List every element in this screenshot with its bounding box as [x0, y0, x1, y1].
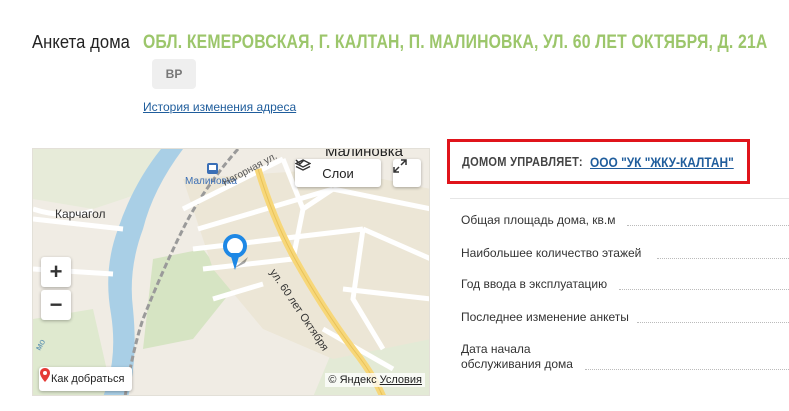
route-button[interactable]: Как добраться: [39, 367, 133, 391]
map-label-village: Карчагол: [55, 207, 106, 221]
layers-button[interactable]: Слои: [295, 159, 381, 187]
info-label-max-floors: Наибольшее количество этажей: [461, 246, 642, 260]
management-company-link[interactable]: ООО "УК "ЖКУ-КАЛТАН": [590, 154, 734, 170]
info-label-year-built: Год ввода в эксплуатацию: [461, 277, 608, 291]
info-row-max-floors: Наибольшее количество этажей: [461, 246, 789, 261]
info-dots: [657, 258, 789, 259]
info-dots: [619, 289, 789, 290]
bp-badge[interactable]: ВР: [152, 59, 196, 89]
info-divider: [450, 198, 789, 199]
address-history-link[interactable]: История изменения адреса: [143, 100, 296, 114]
info-dots: [637, 322, 789, 323]
info-row-service-start: Дата начала обслуживания дома: [461, 342, 789, 372]
management-label: ДОМОМ УПРАВЛЯЕТ:: [462, 154, 583, 169]
zoom-in-button[interactable]: +: [41, 257, 71, 287]
page-title-label: Анкета дома: [32, 32, 130, 52]
house-address: ОБЛ. КЕМЕРОВСКАЯ, Г. КАЛТАН, П. МАЛИНОВК…: [143, 32, 768, 53]
info-label-total-area: Общая площадь дома, кв.м: [461, 213, 616, 227]
copyright-text: © Яндекс: [328, 374, 377, 386]
layers-label: Слои: [322, 165, 354, 181]
info-row-year-built: Год ввода в эксплуатацию: [461, 277, 789, 292]
yandex-map[interactable]: Малиновка Малиновка Нагорная ул. ул. 60 …: [32, 148, 430, 396]
info-dots: [585, 369, 789, 370]
info-label-service-start-1: Дата начала: [461, 342, 531, 356]
route-label: Как добраться: [51, 373, 125, 385]
map-copyright: © Яндекс Условия: [325, 373, 425, 387]
info-row-last-change: Последнее изменение анкеты: [461, 310, 789, 325]
info-row-total-area: Общая площадь дома, кв.м: [461, 213, 789, 228]
info-dots: [627, 225, 789, 226]
terms-link[interactable]: Условия: [380, 374, 422, 386]
zoom-out-button[interactable]: −: [41, 290, 71, 320]
management-box: ДОМОМ УПРАВЛЯЕТ: ООО "УК "ЖКУ-КАЛТАН": [447, 139, 750, 184]
fullscreen-button[interactable]: [393, 159, 421, 187]
info-label-last-change: Последнее изменение анкеты: [461, 310, 629, 324]
train-station-icon-window: [209, 165, 216, 170]
